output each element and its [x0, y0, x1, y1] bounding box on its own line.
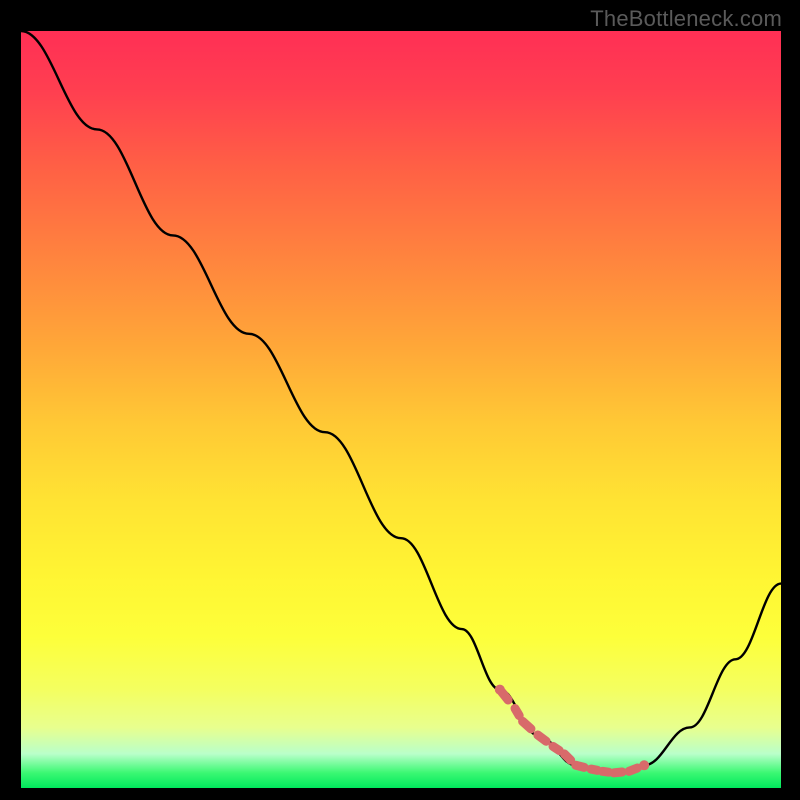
optimal-marker-dot [639, 760, 649, 770]
optimal-zone-markers [495, 685, 649, 773]
optimal-marker-dash [538, 735, 546, 741]
optimal-marker-dash [629, 768, 637, 771]
optimal-marker-dot [495, 685, 505, 695]
optimal-marker-dash [602, 771, 608, 772]
optimal-marker-dash [614, 772, 622, 773]
bottleneck-curve-line [21, 31, 781, 773]
chart-svg [21, 31, 781, 788]
optimal-marker-dash [523, 721, 531, 728]
optimal-marker-dash [515, 709, 519, 716]
watermark-text: TheBottleneck.com [590, 6, 782, 32]
optimal-marker-dash [591, 769, 597, 770]
chart-plot-area [21, 31, 781, 788]
optimal-marker-dash [553, 746, 559, 750]
optimal-marker-dash [564, 754, 570, 760]
optimal-marker-dash [576, 765, 584, 767]
